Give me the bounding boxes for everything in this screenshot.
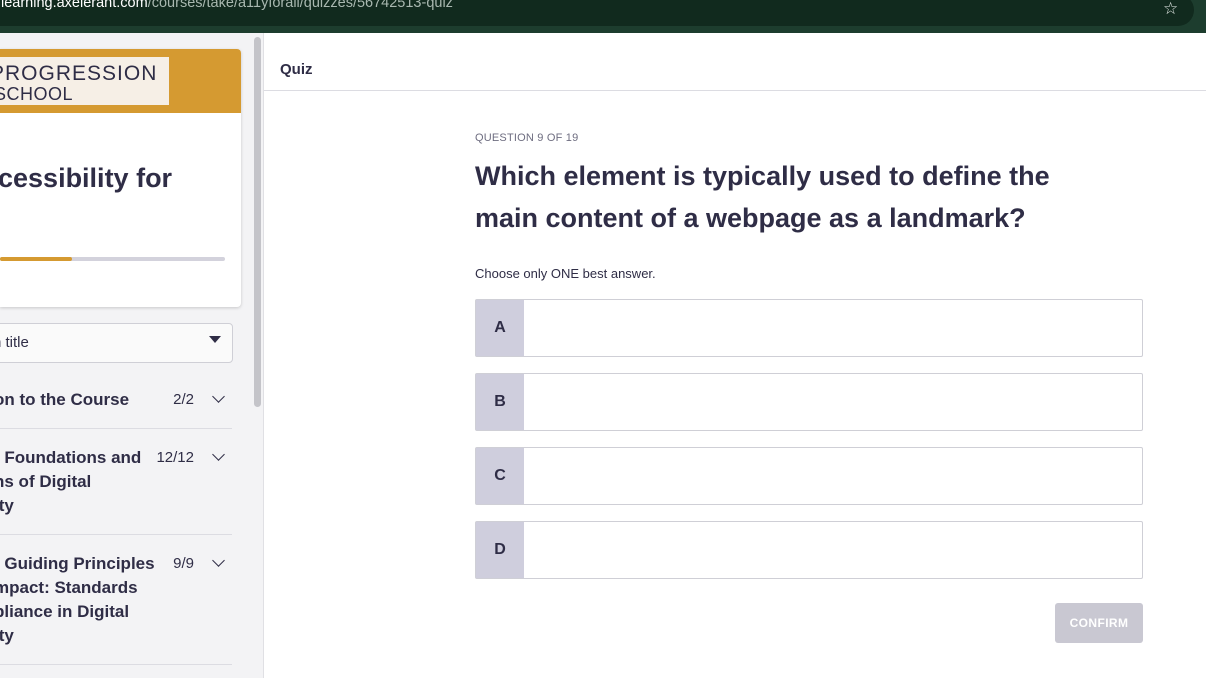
question-text: Which element is typically used to defin…: [475, 161, 1050, 233]
bookmark-star-icon[interactable]: ☆: [1163, 0, 1178, 18]
course-title: cessibility for: [0, 163, 173, 193]
course-banner: PROGRESSION SCHOOL: [0, 49, 241, 113]
school-logo[interactable]: PROGRESSION SCHOOL: [0, 57, 169, 105]
answer-instruction: Choose only ONE best answer.: [475, 266, 656, 281]
section-title: : Guiding Principles mpact: Standards pl…: [0, 554, 155, 645]
section-title: on to the Course: [0, 390, 130, 409]
caret-down-icon: [209, 336, 221, 343]
option-letter: B: [476, 374, 524, 430]
section-count: 9/9: [173, 555, 194, 572]
chevron-down-icon[interactable]: [212, 448, 225, 461]
answer-option-c[interactable]: C: [475, 447, 1143, 505]
section-title-dropdown[interactable]: n title: [0, 323, 233, 363]
logo-line2: SCHOOL: [0, 84, 74, 104]
address-bar[interactable]: ⧉ learning.axelerant.com/courses/take/a1…: [0, 0, 1194, 26]
option-letter: D: [476, 522, 524, 578]
option-letter: A: [476, 300, 524, 356]
option-letter: C: [476, 448, 524, 504]
section-item-3[interactable]: : Guiding Principles mpact: Standards pl…: [0, 535, 232, 665]
url-path: /courses/take/a11yforall/quizzes/5674251…: [147, 0, 453, 11]
section-item-1[interactable]: on to the Course 2/2: [0, 377, 232, 429]
chevron-down-icon[interactable]: [212, 390, 225, 403]
confirm-button[interactable]: CONFIRM: [1055, 603, 1143, 643]
answer-option-d[interactable]: D: [475, 521, 1143, 579]
logo-line1: PROGRESSION: [0, 62, 158, 85]
section-title: : Foundations and ns of Digital ity: [0, 448, 142, 515]
browser-toolbar: ⧉ learning.axelerant.com/courses/take/a1…: [0, 0, 1206, 33]
url-host: learning.axelerant.com: [1, 0, 148, 11]
course-progress-fill: [0, 257, 72, 261]
answer-option-b[interactable]: B: [475, 373, 1143, 431]
page-title: Quiz: [280, 61, 313, 78]
section-count: 2/2: [173, 391, 194, 408]
course-progress-bar: [0, 257, 225, 261]
section-count: 12/12: [156, 449, 194, 466]
question-counter: QUESTION 9 OF 19: [475, 132, 579, 144]
answer-option-a[interactable]: A: [475, 299, 1143, 357]
course-sidebar: PROGRESSION SCHOOL l cessibility for n t…: [0, 33, 264, 678]
url-text[interactable]: learning.axelerant.com/courses/take/a11y…: [1, 0, 453, 11]
section-item-2[interactable]: : Foundations and ns of Digital ity 12/1…: [0, 429, 232, 535]
chevron-down-icon[interactable]: [212, 554, 225, 567]
sidebar-scrollbar-thumb[interactable]: [254, 37, 261, 407]
quiz-header: Quiz: [264, 49, 1206, 91]
course-card: PROGRESSION SCHOOL l cessibility for: [0, 49, 241, 307]
section-dropdown-value: n title: [0, 334, 29, 351]
